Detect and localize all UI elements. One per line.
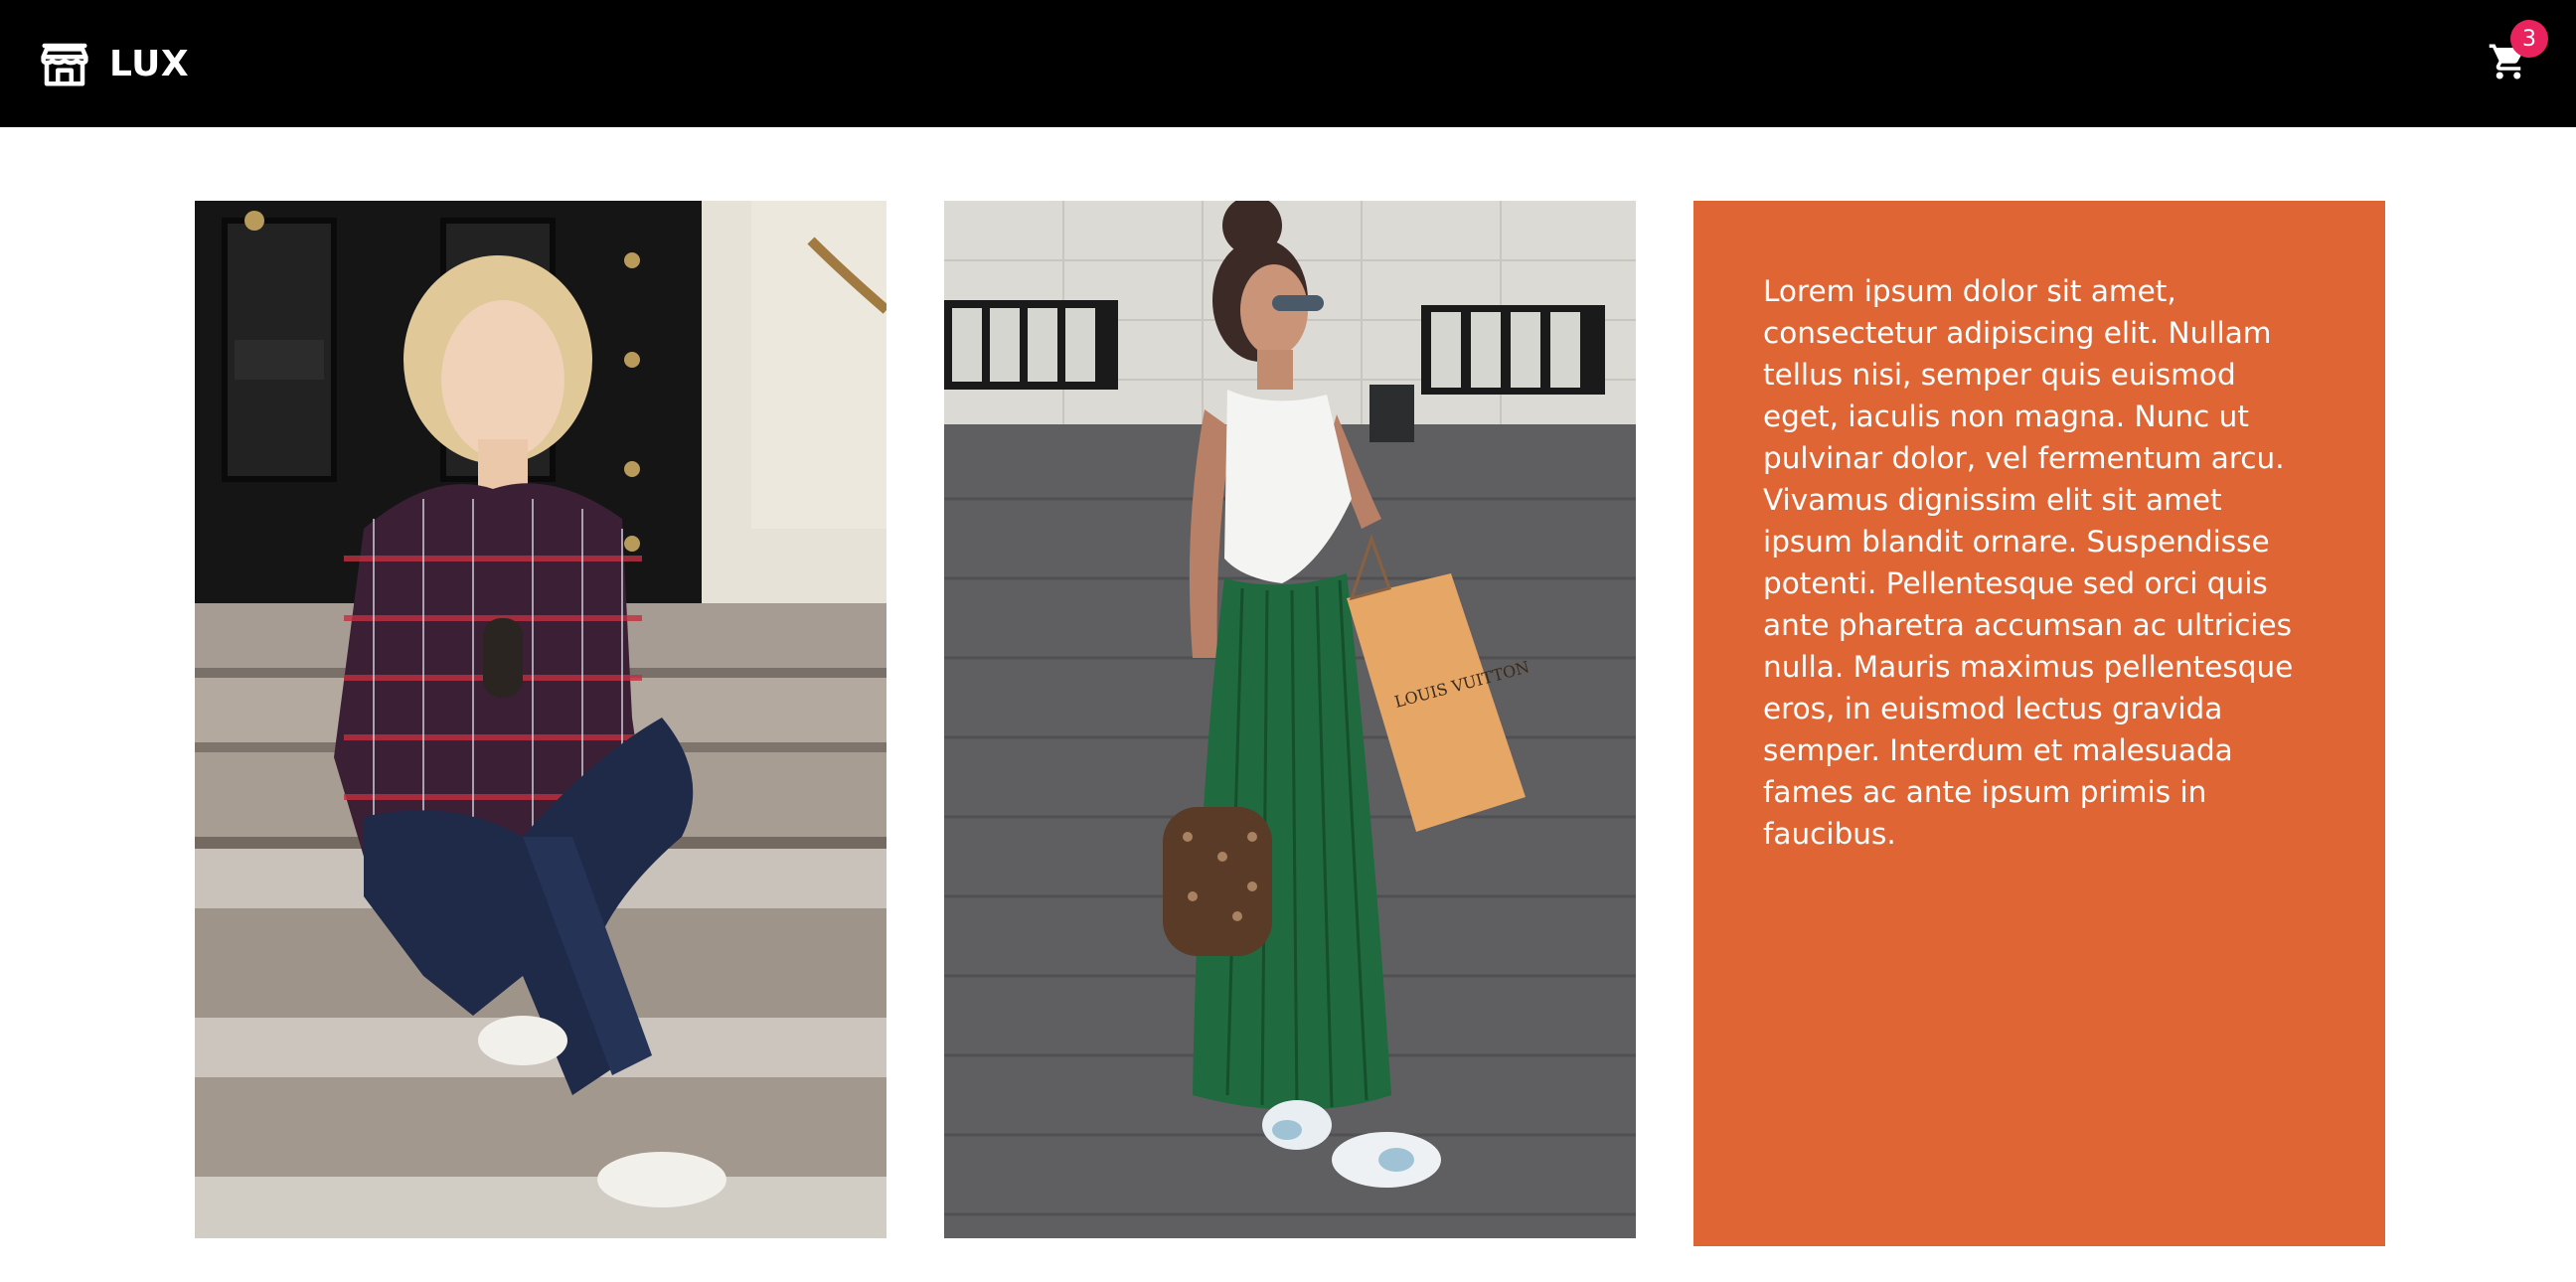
store-icon xyxy=(38,37,91,90)
cart-count-badge: 3 xyxy=(2510,20,2548,58)
brand-logo-link[interactable]: LUX xyxy=(38,37,189,90)
brand-name: LUX xyxy=(109,43,190,84)
main-content: LOUIS VUITTON Lorem ipsum dolor sit amet… xyxy=(0,127,2576,1282)
description-card: Lorem ipsum dolor sit amet, consectetur … xyxy=(1693,201,2385,1246)
description-text: Lorem ipsum dolor sit amet, consectetur … xyxy=(1763,274,2294,851)
cart-button[interactable]: 3 xyxy=(2481,20,2548,91)
product-image-plaid-shirt[interactable] xyxy=(195,201,886,1238)
top-navbar: LUX 3 xyxy=(0,0,2576,127)
product-image-green-skirt[interactable]: LOUIS VUITTON xyxy=(944,201,1636,1238)
